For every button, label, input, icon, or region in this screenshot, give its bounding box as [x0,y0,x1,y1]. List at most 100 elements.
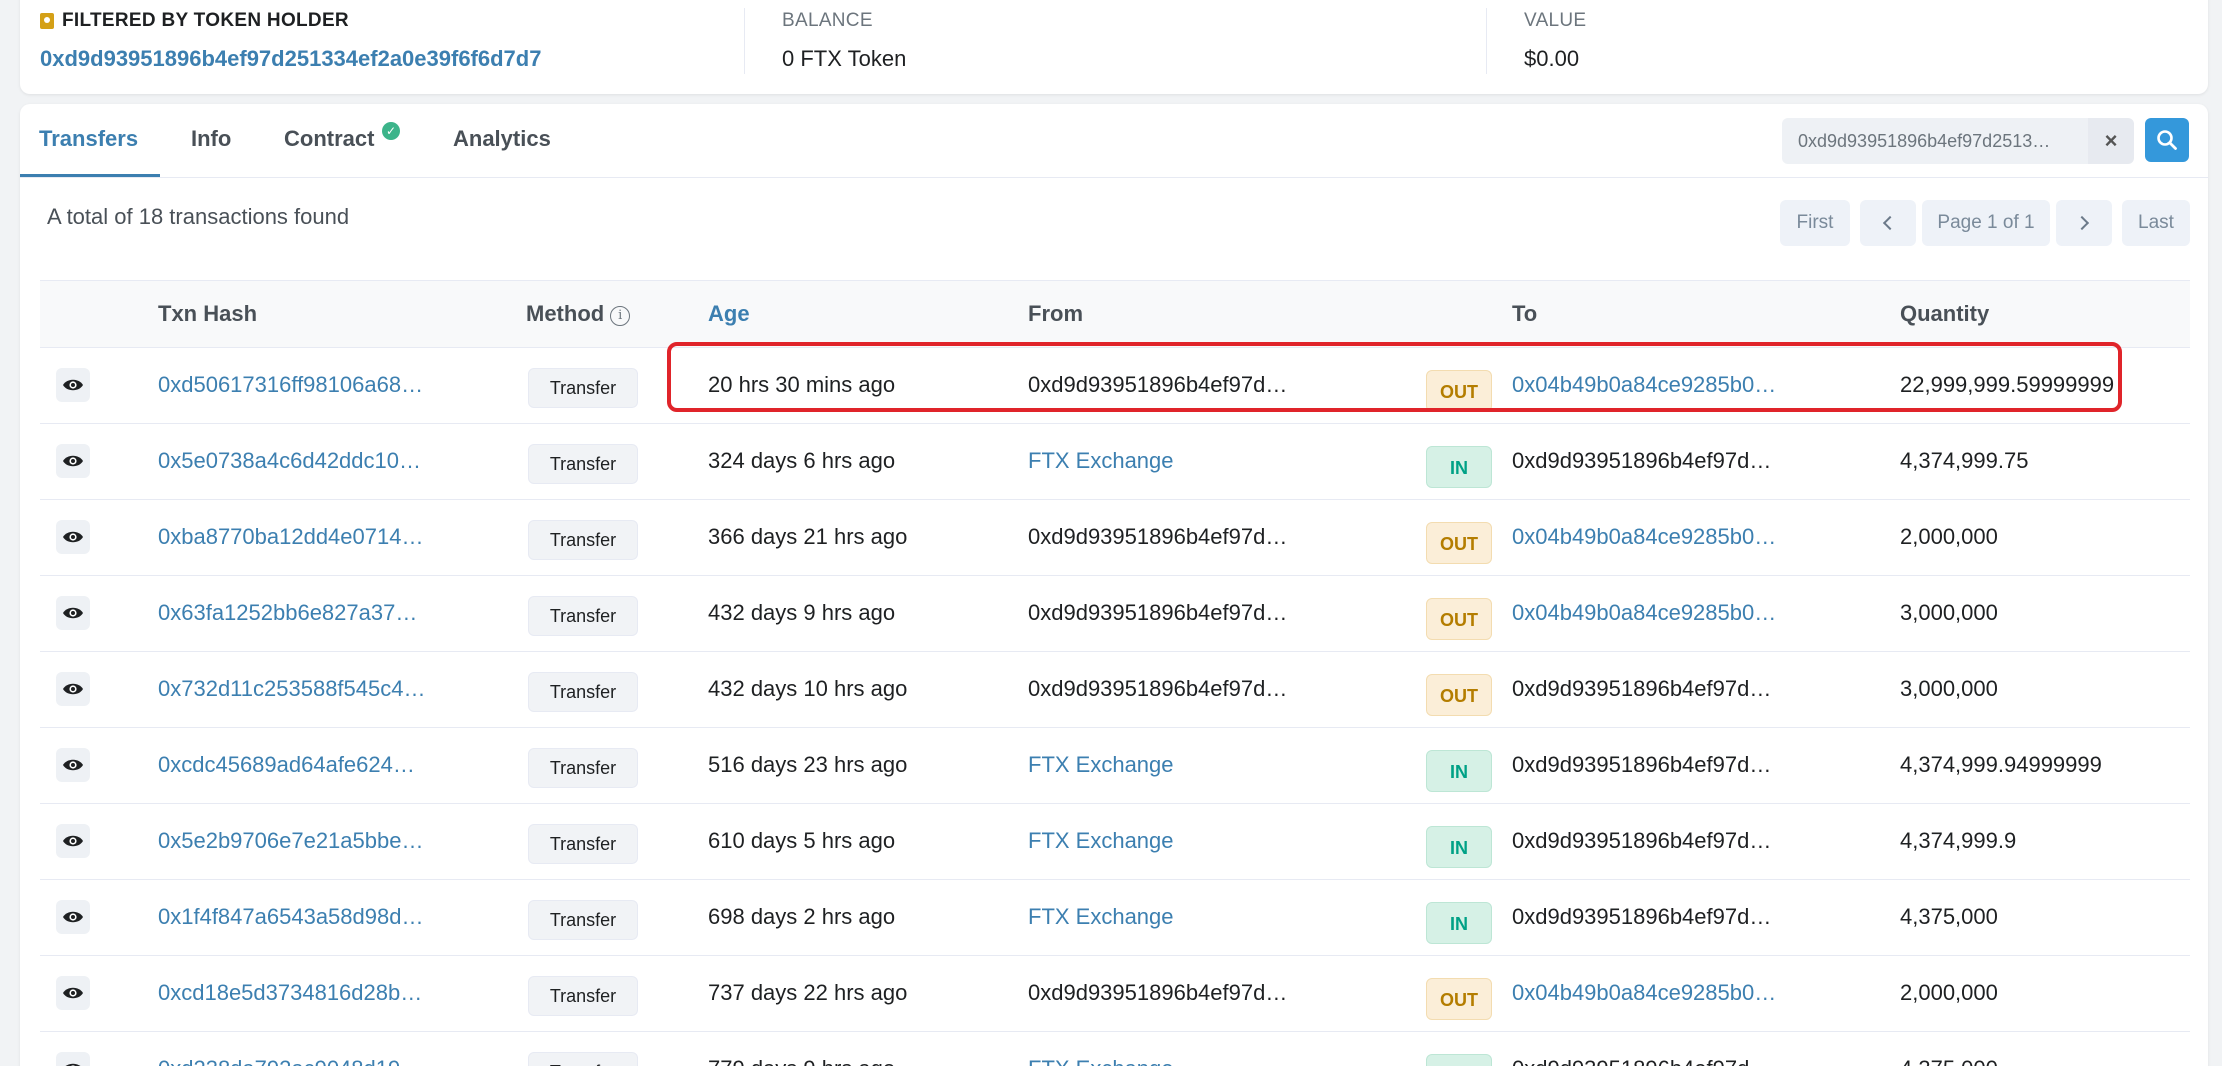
from-address[interactable]: FTX Exchange [1028,828,1174,854]
quantity-cell: 4,375,000 [1900,1056,1998,1066]
info-icon[interactable]: i [610,306,631,326]
to-address[interactable]: 0x04b49b0a84ce9285b0… [1512,600,1776,626]
tab-analytics[interactable]: Analytics [453,126,551,152]
txn-hash-link[interactable]: 0x63fa1252bb6e827a37… [158,600,417,626]
table-row: 0x5e0738a4c6d42ddc10… Transfer 324 days 6 … [40,424,2190,500]
method-badge: Transfer [528,368,638,408]
header-txn-hash: Txn Hash [158,301,258,326]
view-details-button[interactable] [56,520,90,554]
divider [1486,8,1487,74]
filter-column: FILTERED BY TOKEN HOLDER 0xd9d93951896b4… [40,10,541,72]
txn-hash-link[interactable]: 0xd50617316ff98106a68… [158,372,423,398]
search-button[interactable] [2145,118,2189,162]
header-quantity: Quantity [1900,301,1990,326]
view-details-button[interactable] [56,900,90,934]
next-page-button[interactable] [2056,200,2112,246]
view-details-button[interactable] [56,596,90,630]
search-icon [2157,130,2177,150]
txn-hash-link[interactable]: 0x5e0738a4c6d42ddc10… [158,448,421,474]
page-indicator: Page 1 of 1 [1922,200,2050,246]
age-cell: 516 days 23 hrs ago [708,752,908,777]
previous-page-button[interactable] [1860,200,1916,246]
header-age[interactable]: Age [708,301,750,327]
view-details-button[interactable] [56,444,90,478]
to-address: 0xd9d93951896b4ef97d… [1512,1056,1771,1066]
last-page-button[interactable]: Last [2122,200,2190,246]
txn-hash-link[interactable]: 0x732d11c253588f545c4… [158,676,425,702]
filter-address-link[interactable]: 0xd9d93951896b4ef97d251334ef2a0e39f6f6d7… [40,46,541,72]
quantity-cell: 4,374,999.75 [1900,448,2029,473]
tab-contract[interactable]: Contract [284,126,374,152]
view-details-button[interactable] [56,748,90,782]
direction-badge: OUT [1426,598,1492,640]
balance-label: BALANCE [782,10,873,31]
direction-badge: IN [1426,750,1492,792]
age-cell: 366 days 21 hrs ago [708,524,908,549]
method-badge: Transfer [528,444,638,484]
age-cell: 610 days 5 hrs ago [708,828,896,853]
age-cell: 324 days 6 hrs ago [708,448,896,473]
from-address: 0xd9d93951896b4ef97d… [1028,524,1288,549]
to-address[interactable]: 0x04b49b0a84ce9285b0… [1512,524,1776,550]
table-row: 0x1f4f847a6543a58d98d… Transfer 698 days 2… [40,880,2190,956]
txn-hash-link[interactable]: 0x5e2b9706e7e21a5bbe… [158,828,423,854]
table-row: 0x5e2b9706e7e21a5bbe… Transfer 610 days 5 … [40,804,2190,880]
wallet-icon [40,13,54,29]
from-address[interactable]: FTX Exchange [1028,752,1174,778]
direction-badge: OUT [1426,674,1492,716]
txn-hash-link[interactable]: 0xcdc45689ad64afe624… [158,752,415,778]
first-page-button[interactable]: First [1780,200,1850,246]
active-tab-indicator [20,174,160,177]
from-address: 0xd9d93951896b4ef97d… [1028,676,1288,701]
chevron-right-icon [2074,215,2090,231]
age-cell: 698 days 2 hrs ago [708,904,896,929]
method-badge: Transfer [528,748,638,788]
table-row: 0xd50617316ff98106a68… Transfer 20 hrs 30 … [40,348,2190,424]
view-details-button[interactable] [56,368,90,402]
txn-hash-link[interactable]: 0xcd18e5d3734816d28b… [158,980,422,1006]
txn-hash-link[interactable]: 0x1f4f847a6543a58d98d… [158,904,423,930]
quantity-cell: 3,000,000 [1900,600,1998,625]
table-row: 0xcd18e5d3734816d28b… Transfer 737 days 22… [40,956,2190,1032]
clear-search-button[interactable]: × [2088,118,2134,164]
view-details-button[interactable] [56,976,90,1010]
quantity-cell: 3,000,000 [1900,676,1998,701]
to-address: 0xd9d93951896b4ef97d… [1512,752,1772,777]
to-address[interactable]: 0x04b49b0a84ce9285b0… [1512,372,1776,398]
view-details-button[interactable] [56,1052,90,1066]
from-address: 0xd9d93951896b4ef97d… [1028,600,1288,625]
from-address[interactable]: FTX Exchange [1028,1056,1174,1066]
balance-value: 0 FTX Token [782,46,907,71]
age-cell: 779 days 9 hrs ago [708,1056,895,1066]
method-badge: Transfer [528,1052,638,1066]
age-cell: 432 days 10 hrs ago [708,676,908,701]
view-details-button[interactable] [56,824,90,858]
from-address: 0xd9d93951896b4ef97d… [1028,980,1288,1005]
tab-bar: Transfers Info Contract ✓ Analytics × [20,104,2208,178]
header-from: From [1028,301,1083,326]
view-details-button[interactable] [56,672,90,706]
tab-info[interactable]: Info [191,126,231,152]
txn-hash-link[interactable]: 0xd238da792ac9048d19… [158,1056,422,1066]
direction-badge: IN [1426,1054,1492,1066]
transactions-total: A total of 18 transactions found [47,204,350,229]
value-label: VALUE [1524,10,1587,31]
to-address[interactable]: 0x04b49b0a84ce9285b0… [1512,980,1776,1006]
balance-column: BALANCE 0 FTX Token [782,10,906,72]
from-address: 0xd9d93951896b4ef97d… [1028,372,1288,397]
method-badge: Transfer [528,520,638,560]
from-address[interactable]: FTX Exchange [1028,448,1174,474]
age-cell: 432 days 9 hrs ago [708,600,896,625]
value-column: VALUE $0.00 [1524,10,1586,72]
search-input[interactable] [1782,118,2094,164]
filter-label: FILTERED BY TOKEN HOLDER [62,10,349,31]
quantity-cell: 4,374,999.94999999 [1900,752,2102,777]
tab-transfers[interactable]: Transfers [39,126,138,152]
filter-label-row: FILTERED BY TOKEN HOLDER [40,10,541,32]
from-address[interactable]: FTX Exchange [1028,904,1174,930]
quantity-cell: 2,000,000 [1900,524,1998,549]
age-cell: 737 days 22 hrs ago [708,980,908,1005]
to-address: 0xd9d93951896b4ef97d… [1512,448,1772,473]
direction-badge: IN [1426,902,1492,944]
txn-hash-link[interactable]: 0xba8770ba12dd4e0714… [158,524,423,550]
